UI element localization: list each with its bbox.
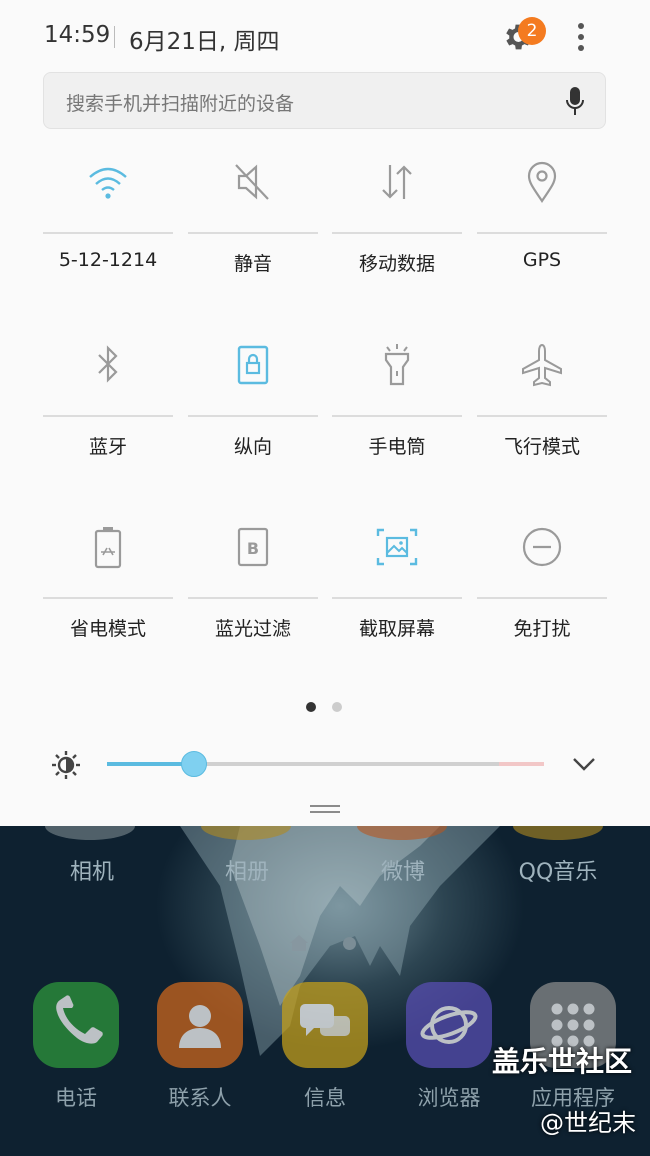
portrait-lock-icon xyxy=(237,345,269,385)
mute-icon xyxy=(235,164,269,200)
home-app-label[interactable]: 相机 xyxy=(27,854,157,886)
brightness-slider-warning-zone xyxy=(499,762,544,766)
quick-setting-label: GPS xyxy=(522,249,562,271)
flashlight-icon xyxy=(384,344,410,386)
quick-setting-label: 5-12-1214 xyxy=(58,249,158,271)
home-app-label[interactable]: QQ音乐 xyxy=(493,854,623,886)
tile-divider xyxy=(188,597,318,599)
location-pin-icon xyxy=(527,161,557,203)
tile-divider xyxy=(332,232,462,234)
dock-app-icon[interactable] xyxy=(33,982,119,1068)
home-page-dot[interactable] xyxy=(343,937,356,950)
brightness-slider[interactable] xyxy=(107,751,544,777)
watermark-author: @世纪末 xyxy=(540,1109,636,1137)
dock-app-label[interactable]: 信息 xyxy=(265,1082,385,1112)
notification-badge: 2 xyxy=(518,17,546,45)
quick-setting-label: 蓝牙 xyxy=(88,436,127,458)
watermark-title: 盖乐世社区 xyxy=(492,1045,633,1078)
quick-setting-label: 移动数据 xyxy=(358,253,435,275)
svg-text:B: B xyxy=(247,539,259,558)
notification-panel: 14:59 6月21日, 周四 2 搜索手机并扫描附近的设备 5-12-1214… xyxy=(0,0,650,826)
wifi-icon xyxy=(89,167,127,199)
quick-setting-label: 飞行模式 xyxy=(503,436,580,458)
brightness-icon xyxy=(52,751,80,779)
tile-divider xyxy=(43,415,173,417)
dock-app-icon[interactable] xyxy=(406,982,492,1068)
dock-app-icon[interactable] xyxy=(282,982,368,1068)
more-options-icon[interactable] xyxy=(570,20,592,54)
airplane-icon xyxy=(522,343,562,387)
do-not-disturb-icon xyxy=(522,527,562,567)
page-dot-active[interactable] xyxy=(306,702,316,712)
search-placeholder: 搜索手机并扫描附近的设备 xyxy=(66,93,295,115)
tile-divider xyxy=(43,597,173,599)
dock-app-label[interactable]: 联系人 xyxy=(140,1082,260,1112)
home-app-label[interactable]: 微博 xyxy=(338,854,468,886)
home-page-icon[interactable] xyxy=(289,934,309,952)
dock-app-label[interactable]: 电话 xyxy=(16,1082,136,1112)
quick-setting-label: 纵向 xyxy=(233,436,272,458)
tile-divider xyxy=(477,232,607,234)
mobile-data-icon xyxy=(382,165,412,199)
screenshot-icon xyxy=(376,528,418,566)
quick-setting-label: 免打扰 xyxy=(513,618,571,640)
tile-divider xyxy=(477,597,607,599)
clock: 14:59 xyxy=(44,22,111,48)
status-bar: 14:59 6月21日, 周四 2 xyxy=(0,0,650,72)
dock-app-icon[interactable] xyxy=(157,982,243,1068)
tile-divider xyxy=(188,415,318,417)
blue-light-filter-icon: B xyxy=(237,527,269,567)
tile-divider xyxy=(332,415,462,417)
power-saving-icon xyxy=(94,527,122,569)
search-bar[interactable]: 搜索手机并扫描附近的设备 xyxy=(43,72,606,129)
quick-setting-label: 静音 xyxy=(233,253,272,275)
date: 6月21日, 周四 xyxy=(129,29,280,55)
tile-divider xyxy=(332,597,462,599)
quick-setting-label: 省电模式 xyxy=(69,618,146,640)
quick-setting-label: 蓝光过滤 xyxy=(214,618,291,640)
phone-icon xyxy=(56,995,103,1044)
quick-setting-label: 手电筒 xyxy=(368,436,426,458)
chevron-down-icon[interactable] xyxy=(570,752,598,776)
drag-handle-icon[interactable] xyxy=(310,804,340,814)
divider xyxy=(114,26,115,48)
dock-app-label[interactable]: 浏览器 xyxy=(389,1082,509,1112)
tile-divider xyxy=(188,232,318,234)
page-dot[interactable] xyxy=(332,702,342,712)
message-icon xyxy=(300,1004,350,1036)
microphone-icon[interactable] xyxy=(564,85,586,119)
bluetooth-icon xyxy=(98,345,118,383)
quick-setting-label: 截取屏幕 xyxy=(358,618,435,640)
browser-icon xyxy=(420,1006,478,1044)
tile-divider xyxy=(43,232,173,234)
contact-icon xyxy=(179,1005,221,1048)
home-app-label[interactable]: 相册 xyxy=(182,854,312,886)
tile-divider xyxy=(477,415,607,417)
brightness-slider-thumb[interactable] xyxy=(181,751,208,777)
